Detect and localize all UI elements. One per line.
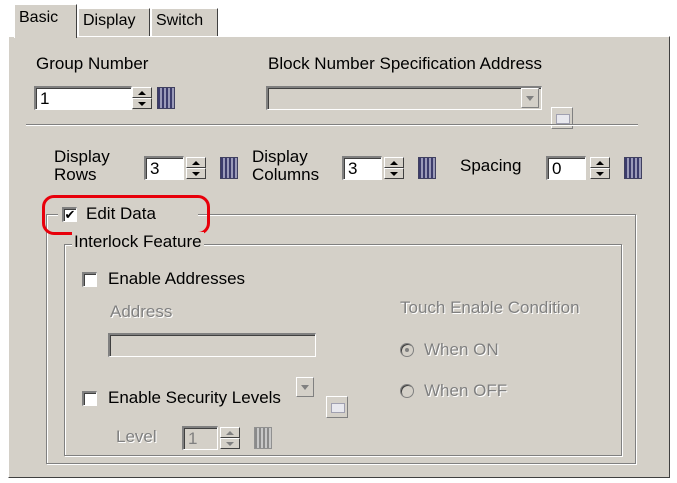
spin-up-icon[interactable]	[384, 157, 404, 168]
enable-security-levels-label: Enable Security Levels	[108, 388, 281, 407]
display-columns-label-line1: Display	[252, 147, 308, 166]
highlight-annotation	[42, 195, 210, 235]
block-number-label: Block Number Specification Address	[268, 54, 543, 73]
display-rows-input[interactable]: 3	[144, 156, 184, 180]
display-columns-spinner[interactable]	[384, 157, 404, 179]
level-input[interactable]: 1	[182, 426, 218, 450]
spin-down-icon[interactable]	[132, 98, 152, 109]
enable-addresses-checkbox[interactable]	[82, 272, 97, 287]
display-columns-label-line2: Columns	[252, 165, 320, 184]
tab-switch-label: Switch	[156, 12, 204, 29]
tab-basic[interactable]: Basic	[14, 4, 77, 38]
display-columns-label: Display Columns	[252, 148, 319, 184]
display-rows-label-line1: Display	[54, 147, 110, 166]
spin-down-icon[interactable]	[590, 168, 610, 179]
chevron-down-icon[interactable]	[296, 377, 314, 397]
touch-enable-condition-label: Touch Enable Condition	[400, 298, 580, 317]
chevron-down-icon[interactable]	[521, 88, 539, 108]
keypad-icon[interactable]	[418, 157, 436, 179]
group-number-spinner[interactable]	[132, 87, 152, 109]
display-rows-label: Display Rows	[54, 148, 110, 184]
level-label: Level	[116, 427, 157, 446]
spin-down-icon[interactable]	[384, 168, 404, 179]
section-divider	[26, 124, 638, 126]
group-number-label: Group Number	[36, 54, 149, 73]
display-columns-input[interactable]: 3	[342, 156, 382, 180]
spacing-label: Spacing	[460, 156, 522, 175]
active-tab-joint	[15, 36, 76, 39]
keypad-icon[interactable]	[220, 157, 238, 179]
block-number-address-dropdown[interactable]	[266, 86, 542, 110]
tab-basic-label: Basic	[19, 9, 59, 26]
group-number-input[interactable]: 1	[34, 86, 132, 110]
spin-up-icon[interactable]	[590, 157, 610, 168]
spacing-input[interactable]: 0	[546, 156, 586, 180]
display-rows-label-line2: Rows	[54, 165, 97, 184]
tab-switch[interactable]: Switch	[151, 8, 218, 38]
tab-display-label: Display	[83, 12, 136, 29]
when-off-label: When OFF	[424, 381, 508, 400]
enable-security-levels-checkbox[interactable]	[82, 391, 97, 406]
keypad-icon[interactable]	[254, 427, 272, 449]
when-off-radio[interactable]	[400, 384, 414, 398]
address-dropdown[interactable]	[108, 333, 316, 357]
level-spinner[interactable]	[220, 427, 240, 449]
keypad-icon[interactable]	[157, 87, 175, 109]
spacing-spinner[interactable]	[590, 157, 610, 179]
spin-up-icon[interactable]	[220, 427, 240, 438]
spin-up-icon[interactable]	[132, 87, 152, 98]
tab-display[interactable]: Display	[78, 8, 150, 38]
when-on-label: When ON	[424, 340, 499, 359]
spin-up-icon[interactable]	[186, 157, 206, 168]
address-label: Address	[110, 302, 173, 321]
address-browse-icon[interactable]	[326, 396, 348, 418]
enable-addresses-label: Enable Addresses	[108, 269, 246, 288]
spin-down-icon[interactable]	[220, 438, 240, 449]
keypad-icon[interactable]	[624, 157, 642, 179]
when-on-radio[interactable]	[400, 343, 414, 357]
spin-down-icon[interactable]	[186, 168, 206, 179]
display-rows-spinner[interactable]	[186, 157, 206, 179]
interlock-legend: Interlock Feature	[72, 232, 204, 252]
